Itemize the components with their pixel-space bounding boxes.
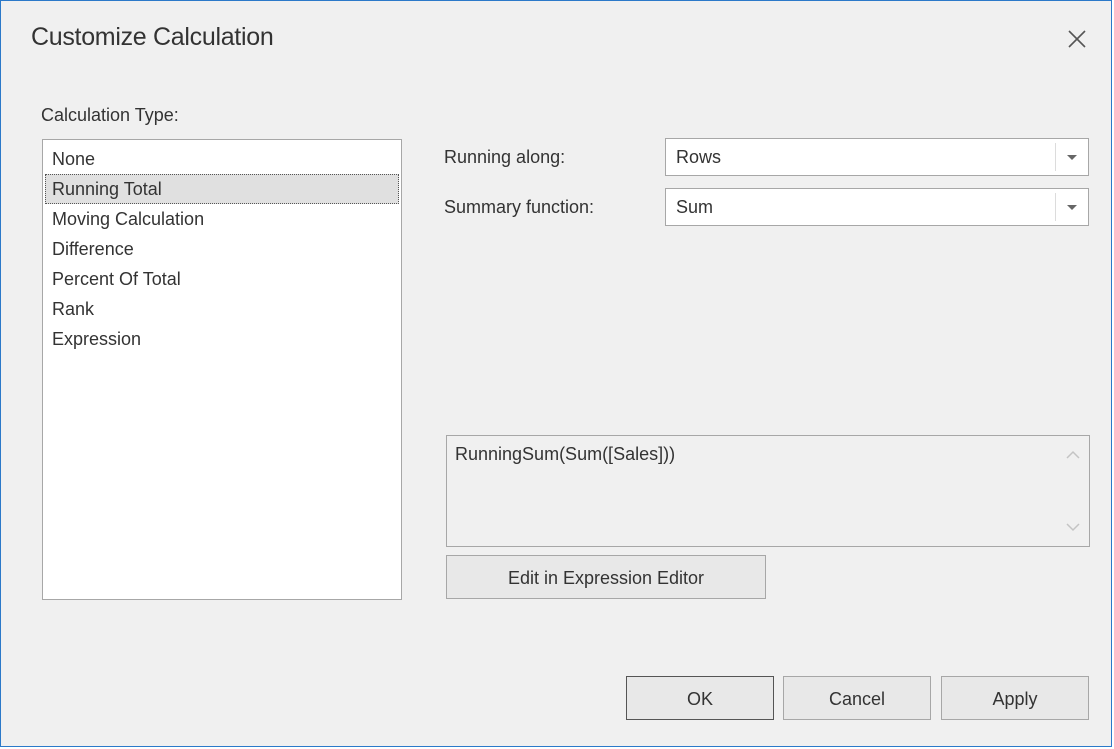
expression-textbox[interactable]: RunningSum(Sum([Sales])) xyxy=(446,435,1090,547)
list-item-running-total[interactable]: Running Total xyxy=(45,174,399,204)
running-along-label: Running along: xyxy=(444,147,566,167)
summary-function-value: Sum xyxy=(676,197,714,217)
edit-in-expression-editor-button[interactable]: Edit in Expression Editor xyxy=(446,555,766,599)
calculation-type-list[interactable]: None Running Total Moving Calculation Di… xyxy=(42,139,402,600)
expression-scrollbar[interactable] xyxy=(1057,436,1089,546)
chevron-down-icon[interactable] xyxy=(1056,189,1088,225)
chevron-down-icon[interactable] xyxy=(1056,139,1088,175)
list-item-rank[interactable]: Rank xyxy=(45,294,399,324)
ok-button[interactable]: OK xyxy=(626,676,774,720)
list-item-difference[interactable]: Difference xyxy=(45,234,399,264)
running-along-value: Rows xyxy=(676,147,722,167)
customize-calculation-dialog: Customize Calculation Calculation Type: … xyxy=(0,0,1112,747)
calculation-type-label: Calculation Type: xyxy=(41,105,179,125)
summary-function-label: Summary function: xyxy=(444,197,595,217)
scroll-up-icon xyxy=(1066,450,1080,459)
dialog-title: Customize Calculation xyxy=(31,23,274,51)
close-icon[interactable] xyxy=(1063,25,1091,53)
running-along-combo[interactable]: Rows xyxy=(665,138,1089,176)
summary-function-combo[interactable]: Sum xyxy=(665,188,1089,226)
list-item-percent-of-total[interactable]: Percent Of Total xyxy=(45,264,399,294)
scroll-down-icon xyxy=(1066,523,1080,532)
list-item-expression[interactable]: Expression xyxy=(45,324,399,354)
apply-button[interactable]: Apply xyxy=(941,676,1089,720)
list-item-none[interactable]: None xyxy=(45,144,399,174)
cancel-button[interactable]: Cancel xyxy=(783,676,931,720)
list-item-moving-calculation[interactable]: Moving Calculation xyxy=(45,204,399,234)
expression-text: RunningSum(Sum([Sales])) xyxy=(455,444,676,464)
